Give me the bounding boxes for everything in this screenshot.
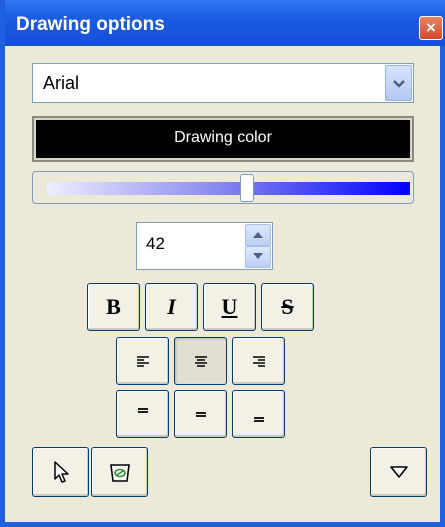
font-size-spinner[interactable]: 42 <box>136 222 273 270</box>
close-icon: × <box>426 18 436 37</box>
drawing-color-button[interactable]: Drawing color <box>32 116 414 162</box>
italic-button[interactable]: I <box>145 283 198 331</box>
chevron-down-icon <box>393 80 405 88</box>
drawing-color-label: Drawing color <box>174 129 272 146</box>
strikethrough-button[interactable]: S <box>261 283 314 331</box>
drawing-options-window: Drawing options × Arial Drawing color 42… <box>0 0 445 527</box>
bold-glyph: B <box>106 294 121 319</box>
window-title: Drawing options <box>16 14 165 35</box>
font-dropdown-button[interactable] <box>385 65 412 101</box>
chevron-up-icon <box>253 232 263 238</box>
valign-middle-button[interactable] <box>174 390 227 438</box>
align-center-button[interactable] <box>174 337 227 385</box>
underline-glyph: U <box>221 294 238 319</box>
triangle-down-icon <box>389 466 408 478</box>
more-options-button[interactable] <box>370 447 427 497</box>
strikethrough-glyph: S <box>281 294 294 319</box>
align-center-icon <box>194 356 207 367</box>
cursor-arrow-icon <box>53 461 69 483</box>
chevron-down-icon <box>253 253 263 259</box>
font-family-select[interactable]: Arial <box>32 63 414 103</box>
align-right-button[interactable] <box>232 337 285 385</box>
bold-button[interactable]: B <box>87 283 140 331</box>
slider-thumb[interactable] <box>239 174 254 202</box>
title-bar[interactable]: Drawing options × <box>5 0 445 46</box>
spin-up-button[interactable] <box>245 224 271 246</box>
font-size-value: 42 <box>146 234 165 253</box>
valign-bottom-icon <box>253 417 264 422</box>
spin-down-button[interactable] <box>245 246 271 268</box>
align-left-button[interactable] <box>116 337 169 385</box>
eraser-button[interactable] <box>91 447 148 497</box>
font-family-value: Arial <box>43 73 80 93</box>
close-button[interactable]: × <box>419 16 443 40</box>
select-pointer-button[interactable] <box>32 447 89 497</box>
valign-top-button[interactable] <box>116 390 169 438</box>
valign-top-icon <box>137 408 148 413</box>
size-slider[interactable] <box>32 171 414 204</box>
align-left-icon <box>136 356 149 367</box>
underline-button[interactable]: U <box>203 283 256 331</box>
valign-bottom-button[interactable] <box>232 390 285 438</box>
slider-track <box>47 182 410 195</box>
valign-middle-icon <box>195 412 206 417</box>
italic-glyph: I <box>167 294 176 319</box>
align-right-icon <box>252 356 265 367</box>
eraser-icon <box>109 464 130 482</box>
